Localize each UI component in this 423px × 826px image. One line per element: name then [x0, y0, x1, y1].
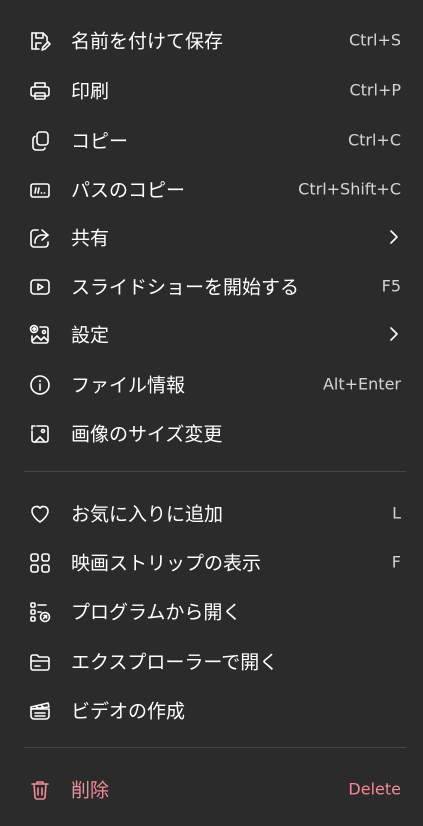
menu-item-label: ファイル情報: [71, 374, 186, 397]
menu-item-slideshow[interactable]: スライドショーを開始する F5: [0, 266, 423, 306]
divider: [24, 471, 406, 472]
menu-item-share[interactable]: 共有: [0, 217, 423, 257]
menu-item-label: 名前を付けて保存: [71, 30, 224, 53]
set-as-icon: [28, 323, 52, 347]
menu-item-label: 共有: [71, 227, 110, 250]
menu-item-open-with[interactable]: プログラムから開く: [0, 591, 423, 631]
copy-path-icon: [28, 178, 52, 202]
filmstrip-icon: [28, 551, 52, 575]
folder-icon: [28, 650, 52, 674]
menu-item-copy[interactable]: コピー Ctrl+C: [0, 120, 423, 160]
save-as-icon: [28, 29, 52, 53]
menu-item-label: ビデオの作成: [71, 700, 186, 723]
menu-item-file-info[interactable]: ファイル情報 Alt+Enter: [0, 364, 423, 404]
menu-item-print[interactable]: 印刷 Ctrl+P: [0, 70, 423, 110]
menu-item-label: 設定: [71, 324, 110, 347]
menu-item-delete[interactable]: 削除 Delete: [0, 769, 423, 809]
copy-icon: [28, 129, 52, 153]
menu-item-label: 印刷: [71, 80, 110, 103]
menu-item-copy-path[interactable]: パスのコピー Ctrl+Shift+C: [0, 169, 423, 209]
chevron-right-icon: [390, 230, 398, 244]
menu-item-label: エクスプローラーで開く: [71, 651, 279, 674]
menu-item-resize-image[interactable]: 画像のサイズ変更: [0, 413, 423, 453]
shortcut-text: Ctrl+Shift+C: [298, 179, 401, 199]
shortcut-text: Alt+Enter: [322, 374, 401, 394]
print-icon: [28, 79, 52, 103]
menu-item-set-as[interactable]: 設定: [0, 314, 423, 354]
chevron-right-icon: [390, 327, 398, 341]
context-menu: 名前を付けて保存 Ctrl+S 印刷 Ctrl+P コピー Ctrl+C パスの…: [0, 0, 423, 826]
shortcut-text: F: [391, 552, 401, 572]
menu-item-label: コピー: [71, 130, 129, 153]
menu-item-filmstrip[interactable]: 映画ストリップの表示 F: [0, 542, 423, 582]
resize-image-icon: [28, 422, 52, 446]
menu-item-label: 削除: [71, 779, 110, 802]
menu-item-label: 画像のサイズ変更: [71, 423, 223, 446]
shortcut-text: Ctrl+C: [347, 130, 401, 150]
menu-item-label: スライドショーを開始する: [71, 276, 300, 299]
info-icon: [28, 373, 52, 397]
shortcut-text: Ctrl+S: [348, 30, 401, 50]
shortcut-text: Ctrl+P: [349, 80, 401, 100]
menu-item-label: パスのコピー: [71, 179, 186, 202]
menu-item-create-video[interactable]: ビデオの作成: [0, 690, 423, 730]
heart-icon: [28, 502, 52, 526]
shortcut-text: Delete: [348, 779, 401, 799]
open-with-icon: [28, 600, 52, 624]
trash-icon: [28, 778, 52, 802]
menu-item-open-in-explorer[interactable]: エクスプローラーで開く: [0, 641, 423, 681]
slideshow-icon: [28, 275, 52, 299]
shortcut-text: F5: [381, 276, 401, 296]
menu-item-label: プログラムから開く: [71, 601, 242, 624]
menu-item-label: 映画ストリップの表示: [71, 552, 262, 575]
menu-item-add-to-favorites[interactable]: お気に入りに追加 L: [0, 493, 423, 533]
menu-item-label: お気に入りに追加: [71, 503, 224, 526]
share-icon: [28, 226, 52, 250]
shortcut-text: L: [392, 503, 401, 523]
menu-item-save-as[interactable]: 名前を付けて保存 Ctrl+S: [0, 20, 423, 60]
divider: [24, 747, 406, 748]
video-icon: [28, 699, 52, 723]
